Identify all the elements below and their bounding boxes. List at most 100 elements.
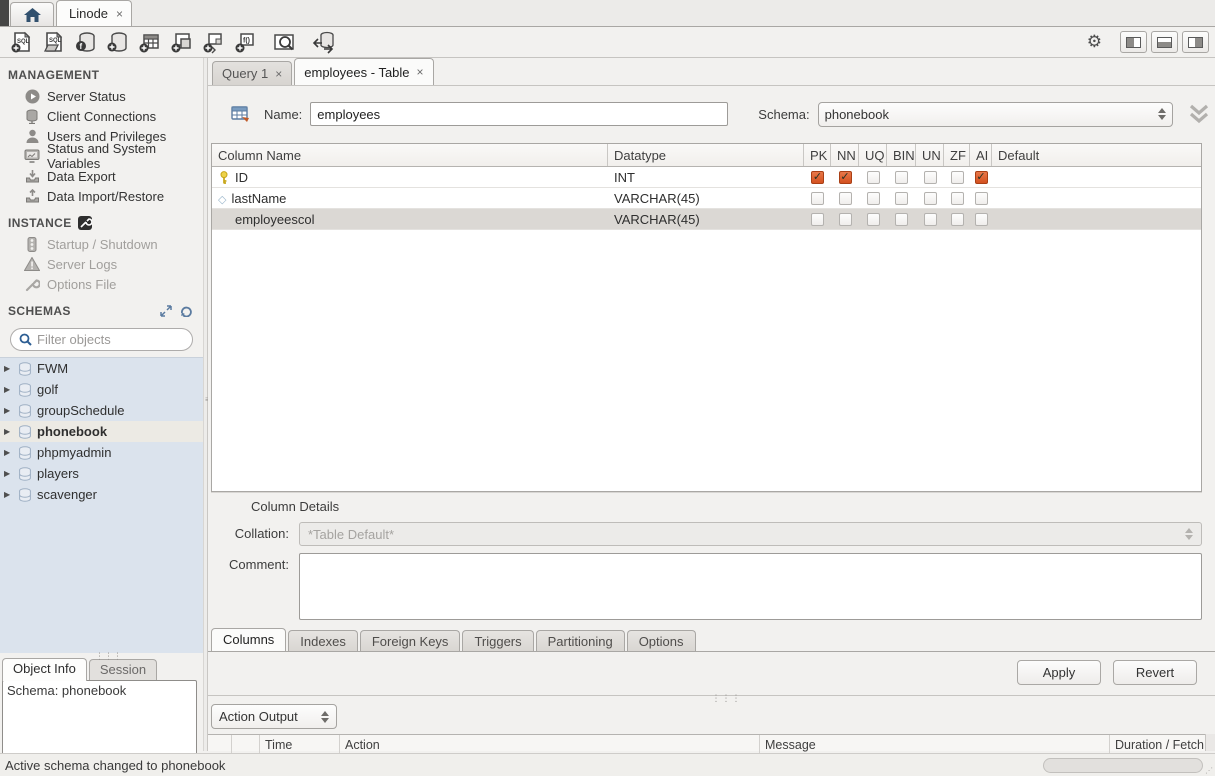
tab-query-1[interactable]: Query 1 × [212,61,292,85]
datatype-cell[interactable]: VARCHAR(45) [608,188,804,208]
checkbox-un[interactable] [924,192,937,205]
sidebar-item-client-connections[interactable]: Client Connections [0,106,203,126]
grid-column-header[interactable]: ZF [944,144,970,166]
flag-cell-ai[interactable]: ✓ [970,167,992,187]
checkbox-un[interactable] [924,171,937,184]
schema-row-phpmyadmin[interactable]: ▶phpmyadmin [0,442,203,463]
checkbox-ai[interactable] [975,213,988,226]
checkbox-nn[interactable]: ✓ [839,171,852,184]
checkbox-ai[interactable]: ✓ [975,171,988,184]
output-vertical-scrollbar[interactable] [1205,734,1215,751]
expand-panel-icon[interactable] [160,305,172,317]
tab-indexes[interactable]: Indexes [288,630,358,651]
schema-row-fwm[interactable]: ▶FWM [0,358,203,379]
refresh-schemas-icon[interactable] [180,305,193,317]
checkbox-un[interactable] [924,213,937,226]
flag-cell-pk[interactable] [804,188,831,208]
checkbox-uq[interactable] [867,213,880,226]
schema-row-scavenger[interactable]: ▶scavenger [0,484,203,505]
sidebar-item-options-file[interactable]: Options File [0,274,203,294]
reconnect-dbms-icon[interactable] [308,29,340,55]
expander-triangle-icon[interactable]: ▶ [4,490,13,499]
grid-column-header[interactable]: NN [831,144,859,166]
tab-session[interactable]: Session [89,659,157,681]
column-row-employeescol[interactable]: employeescolVARCHAR(45) [212,209,1201,230]
grid-column-header[interactable]: BIN [887,144,916,166]
grid-column-header[interactable]: Column Name [212,144,608,166]
flag-cell-uq[interactable] [859,188,887,208]
expander-triangle-icon[interactable]: ▶ [4,406,13,415]
create-view-icon[interactable] [166,29,198,55]
column-name-cell[interactable]: employeescol [212,209,608,229]
tab-columns[interactable]: Columns [211,628,286,651]
checkbox-zf[interactable] [951,213,964,226]
schema-row-groupschedule[interactable]: ▶groupSchedule [0,400,203,421]
checkbox-nn[interactable] [839,213,852,226]
tab-options[interactable]: Options [627,630,696,651]
flag-cell-uq[interactable] [859,209,887,229]
expander-triangle-icon[interactable]: ▶ [4,448,13,457]
default-cell[interactable] [992,188,1201,208]
new-sql-tab-icon[interactable]: SQL [6,29,38,55]
tab-triggers[interactable]: Triggers [462,630,533,651]
checkbox-zf[interactable] [951,192,964,205]
checkbox-ai[interactable] [975,192,988,205]
tab-employees-table[interactable]: employees - Table × [294,58,433,85]
grid-column-header[interactable]: AI [970,144,992,166]
create-table-icon[interactable] [134,29,166,55]
comment-textarea[interactable] [299,553,1202,620]
toggle-bottom-panel-icon[interactable] [1151,31,1178,53]
revert-button[interactable]: Revert [1113,660,1197,685]
schema-row-golf[interactable]: ▶golf [0,379,203,400]
flag-cell-zf[interactable] [944,167,970,187]
tab-partitioning[interactable]: Partitioning [536,630,625,651]
open-sql-script-icon[interactable]: SQL [38,29,70,55]
create-procedure-icon[interactable] [198,29,230,55]
sidebar-item-server-status[interactable]: Server Status [0,86,203,106]
flag-cell-bin[interactable] [887,167,916,187]
flag-cell-un[interactable] [916,167,944,187]
checkbox-nn[interactable] [839,192,852,205]
output-type-select[interactable]: Action Output [211,704,337,729]
double-chevron-down-icon[interactable] [1187,104,1211,124]
preferences-gear-icon[interactable]: ⚙ [1087,32,1102,52]
table-name-input[interactable] [310,102,728,126]
sidebar-item-startup-shutdown[interactable]: Startup / Shutdown [0,234,203,254]
create-function-icon[interactable]: f() [230,29,262,55]
grid-empty-area[interactable] [212,230,1201,491]
output-header-blank-0[interactable] [208,735,232,754]
sidebar-item-data-import-restore[interactable]: Data Import/Restore [0,186,203,206]
schema-filter-input[interactable] [37,332,213,347]
flag-cell-pk[interactable] [804,209,831,229]
checkbox-uq[interactable] [867,171,880,184]
checkbox-pk[interactable] [811,192,824,205]
create-schema-info-icon[interactable]: f [70,29,102,55]
column-name-cell[interactable]: ID [212,167,608,187]
flag-cell-un[interactable] [916,188,944,208]
datatype-cell[interactable]: INT [608,167,804,187]
flag-cell-nn[interactable] [831,209,859,229]
close-icon[interactable]: × [275,67,282,81]
checkbox-bin[interactable] [895,213,908,226]
expander-triangle-icon[interactable]: ▶ [4,385,13,394]
flag-cell-un[interactable] [916,209,944,229]
checkbox-uq[interactable] [867,192,880,205]
close-icon[interactable]: × [417,65,424,79]
close-icon[interactable]: × [116,7,123,21]
grid-column-header[interactable]: UN [916,144,944,166]
output-header-message[interactable]: Message [760,735,1110,754]
checkbox-pk[interactable] [811,213,824,226]
flag-cell-ai[interactable] [970,209,992,229]
schema-row-phonebook[interactable]: ▶phonebook [0,421,203,442]
datatype-cell[interactable]: VARCHAR(45) [608,209,804,229]
toggle-right-panel-icon[interactable] [1182,31,1209,53]
flag-cell-zf[interactable] [944,188,970,208]
create-schema-icon[interactable] [102,29,134,55]
grid-column-header[interactable]: Default [992,144,1201,166]
grid-column-header[interactable]: PK [804,144,831,166]
flag-cell-nn[interactable] [831,188,859,208]
schema-select[interactable]: phonebook [818,102,1173,127]
flag-cell-nn[interactable]: ✓ [831,167,859,187]
home-tab[interactable] [10,2,54,26]
flag-cell-zf[interactable] [944,209,970,229]
